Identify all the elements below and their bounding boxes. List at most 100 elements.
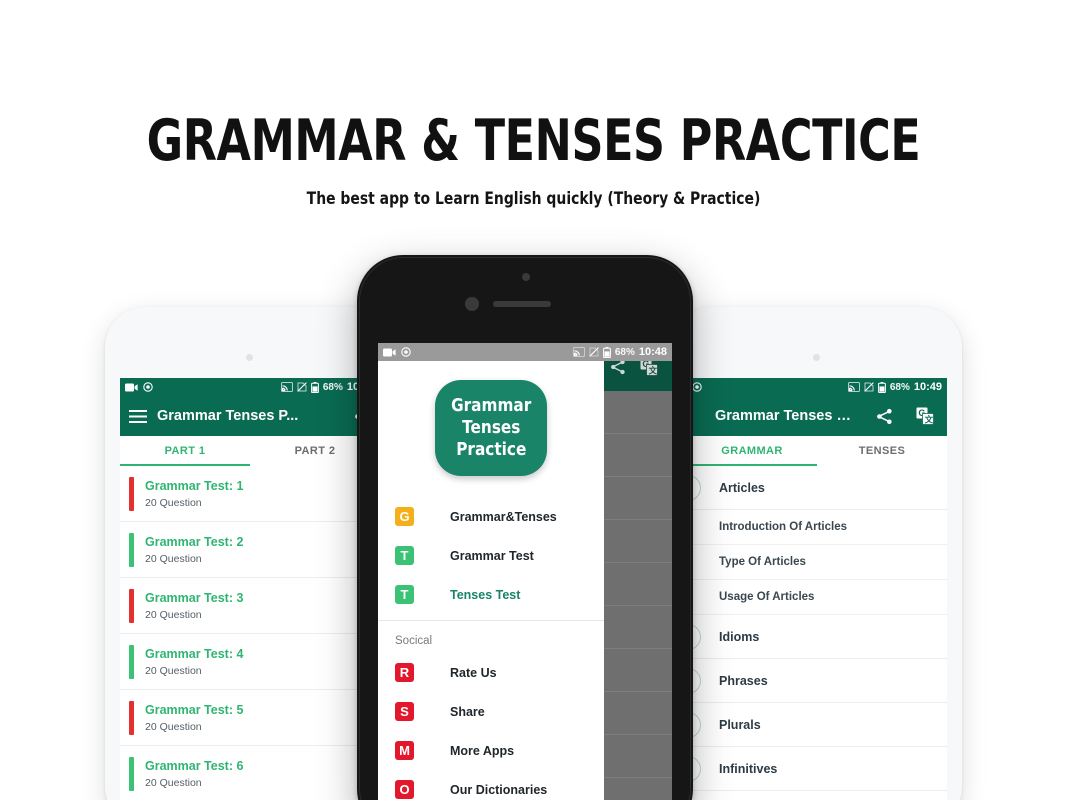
scrim-list-row <box>604 778 672 800</box>
scrim-list-row <box>604 692 672 735</box>
drawer-item-label: Grammar Test <box>450 548 534 563</box>
drawer-item-share[interactable]: S Share <box>378 692 604 731</box>
row-title: Grammar Test: 2 <box>145 534 244 549</box>
right-appbar: Grammar Tenses P... G 文 <box>687 396 947 436</box>
table-row[interactable]: Grammar Test: 5 20 Question <box>120 690 380 746</box>
list-item-group[interactable]: Phrases <box>687 659 947 703</box>
logo-line-1: Grammar <box>450 394 532 416</box>
drawer-item-label: Rate Us <box>450 665 497 680</box>
clock-label: 10:49 <box>913 381 942 393</box>
list-item[interactable]: Usage Of Articles <box>687 580 947 615</box>
cast-icon <box>847 382 860 392</box>
right-tabbar: GRAMMAR TENSES <box>687 436 947 466</box>
battery-icon <box>602 346 611 358</box>
drawer-scrim[interactable]: G 文 <box>604 343 672 800</box>
left-appbar: Grammar Tenses P... <box>120 396 380 436</box>
row-title: Grammar Test: 5 <box>145 702 244 717</box>
row-title: Grammar Test: 1 <box>145 478 244 493</box>
svg-text:文: 文 <box>925 414 934 424</box>
more-apps-badge-icon: M <box>395 741 414 760</box>
row-accent-bar <box>129 756 134 791</box>
our-dictionaries-badge-icon: O <box>395 780 414 799</box>
list-item-label: Type Of Articles <box>719 556 806 568</box>
drawer-section-title: Socical <box>395 635 433 647</box>
tab-grammar[interactable]: GRAMMAR <box>687 436 817 466</box>
right-phone-screen: 68% 10:49 Grammar Tenses P... G 文 GRAMMA… <box>687 378 947 800</box>
table-row[interactable]: Grammar Test: 1 20 Question <box>120 466 380 522</box>
battery-percent-label: 68% <box>322 381 343 393</box>
hamburger-menu-icon[interactable] <box>129 409 147 423</box>
right-appbar-title: Grammar Tenses P... <box>715 408 856 424</box>
drawer-item-grammar-tenses[interactable]: G Grammar&Tenses <box>378 497 604 536</box>
battery-icon <box>877 381 886 393</box>
drawer-item-grammar-test[interactable]: T Grammar Test <box>378 536 604 575</box>
row-subtitle: 20 Question <box>145 608 202 621</box>
left-appbar-title: Grammar Tenses P... <box>157 408 299 424</box>
scrim-list-row <box>604 563 672 606</box>
promo-screenshot: GRAMMAR & TENSES PRACTICE The best app t… <box>0 0 1067 800</box>
scrim-list-row <box>604 649 672 692</box>
scrim-list-row <box>604 434 672 477</box>
row-title: Grammar Test: 3 <box>145 590 244 605</box>
drawer-overlay-root: G 文 68% 10:48 Grammar Tenses Practice G … <box>378 343 672 800</box>
table-row[interactable]: Grammar Test: 6 20 Question <box>120 746 380 800</box>
right-phone-mockup: 68% 10:49 Grammar Tenses P... G 文 GRAMMA… <box>672 307 962 800</box>
record-icon <box>143 382 153 392</box>
drawer-header: Grammar Tenses Practice <box>378 361 604 494</box>
right-statusbar: 68% 10:49 <box>687 378 947 396</box>
tab-tenses[interactable]: TENSES <box>817 436 947 466</box>
cast-icon <box>572 347 585 357</box>
drawer-item-label: Grammar&Tenses <box>450 509 557 524</box>
share-icon[interactable] <box>610 359 626 375</box>
drawer-primary-section: G Grammar&Tenses T Grammar Test T Tenses… <box>378 494 604 621</box>
cast-icon <box>280 382 293 392</box>
list-item-group[interactable]: Plurals <box>687 703 947 747</box>
list-item-label: Infinitives <box>719 761 778 776</box>
left-tabbar: PART 1 PART 2 <box>120 436 380 466</box>
drawer-item-label: More Apps <box>450 743 515 758</box>
front-camera-icon <box>522 273 530 281</box>
table-row[interactable]: Grammar Test: 2 20 Question <box>120 522 380 578</box>
row-subtitle: 20 Question <box>145 720 202 733</box>
sim-off-icon <box>297 382 307 392</box>
drawer-item-rate-us[interactable]: R Rate Us <box>378 653 604 692</box>
center-statusbar: 68% 10:48 <box>378 343 672 361</box>
row-title: Grammar Test: 4 <box>145 646 244 661</box>
page-title: GRAMMAR & TENSES PRACTICE <box>146 108 921 174</box>
list-item-group[interactable]: Infinitives <box>687 747 947 791</box>
row-subtitle: 20 Question <box>145 664 202 677</box>
table-row[interactable]: Grammar Test: 3 20 Question <box>120 578 380 634</box>
record-icon <box>692 382 702 392</box>
drawer-item-tenses-test[interactable]: T Tenses Test <box>378 575 604 614</box>
left-phone-mockup: 68% 10:48 Grammar Tenses P... PART 1 PAR… <box>105 307 395 800</box>
grammar-test-badge-icon: T <box>395 546 414 565</box>
tab-part-1[interactable]: PART 1 <box>120 436 250 466</box>
share-icon[interactable] <box>876 408 893 425</box>
list-item-group[interactable]: Articles <box>687 466 947 510</box>
page-subtitle: The best app to Learn English quickly (T… <box>306 189 761 209</box>
sim-off-icon <box>589 347 599 357</box>
row-accent-bar <box>129 476 134 511</box>
list-item-group[interactable]: Idioms <box>687 615 947 659</box>
drawer-item-more-apps[interactable]: M More Apps <box>378 731 604 770</box>
battery-percent-label: 68% <box>889 381 910 393</box>
row-accent-bar <box>129 700 134 735</box>
left-phone-screen: 68% 10:48 Grammar Tenses P... PART 1 PAR… <box>120 378 380 800</box>
video-camera-icon <box>383 348 396 357</box>
navigation-drawer: Grammar Tenses Practice G Grammar&Tenses… <box>378 361 604 800</box>
video-camera-icon <box>125 383 138 392</box>
google-translate-icon[interactable]: G 文 <box>916 407 934 425</box>
table-row[interactable]: Grammar Test: 4 20 Question <box>120 634 380 690</box>
row-subtitle: 20 Question <box>145 496 202 509</box>
sim-off-icon <box>864 382 874 392</box>
list-item-label: Idioms <box>719 629 760 644</box>
list-item[interactable]: Type Of Articles <box>687 545 947 580</box>
battery-percent-label: 68% <box>614 346 635 358</box>
drawer-item-label: Tenses Test <box>450 587 521 602</box>
scrim-list-row <box>604 606 672 649</box>
drawer-item-our-dictionaries[interactable]: O Our Dictionaries <box>378 770 604 800</box>
row-subtitle: 20 Question <box>145 776 202 789</box>
row-accent-bar <box>129 644 134 679</box>
list-item[interactable]: Introduction Of Articles <box>687 510 947 545</box>
scrim-list-row <box>604 391 672 434</box>
